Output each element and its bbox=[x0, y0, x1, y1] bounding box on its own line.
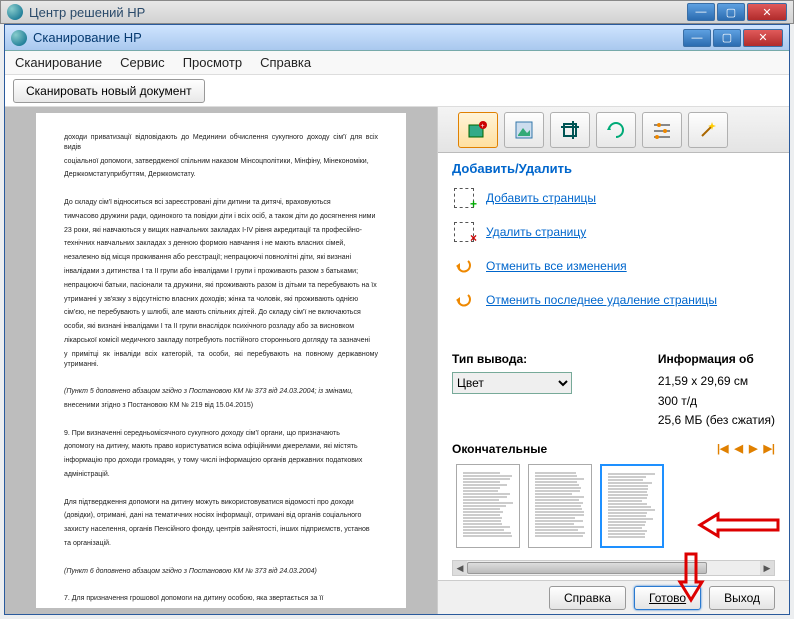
delete-page-icon bbox=[454, 222, 474, 242]
delete-page-action[interactable]: Удалить страницу bbox=[452, 220, 775, 244]
help-button[interactable]: Справка bbox=[549, 586, 626, 610]
thumbnails bbox=[452, 460, 775, 556]
svg-text:+: + bbox=[481, 123, 485, 130]
undo-last-icon bbox=[454, 293, 474, 307]
thumbs-prev-icon[interactable]: ◀ bbox=[735, 442, 743, 455]
preview-pane: доходи приватизації відповідають до Меди… bbox=[5, 107, 437, 614]
scan-window: Сканирование HP — ▢ ✕ Сканирование Серви… bbox=[4, 24, 790, 615]
scroll-right-icon[interactable]: ▶ bbox=[760, 561, 774, 575]
add-remove-icon: + bbox=[467, 119, 489, 141]
crop-icon bbox=[559, 119, 581, 141]
delete-page-label: Удалить страницу bbox=[486, 225, 586, 239]
menu-help[interactable]: Справка bbox=[260, 55, 311, 70]
add-pages-action[interactable]: Добавить страницы bbox=[452, 186, 775, 210]
output-size: 25,6 МБ (без сжатия) bbox=[658, 411, 775, 430]
tool-sliders[interactable] bbox=[642, 112, 682, 148]
app-icon bbox=[7, 4, 23, 20]
scroll-thumb[interactable] bbox=[467, 562, 707, 574]
undo-all-action[interactable]: Отменить все изменения bbox=[452, 254, 775, 278]
thumbs-header: Окончательные |◀ ◀ ▶ ▶| bbox=[438, 438, 789, 456]
thumbnail-3[interactable] bbox=[600, 464, 664, 548]
menu-scan[interactable]: Сканирование bbox=[15, 55, 102, 70]
document-page[interactable]: доходи приватизації відповідають до Меди… bbox=[36, 113, 406, 608]
panel-title: Добавить/Удалить bbox=[452, 161, 775, 176]
parent-titlebar: Центр решений HP — ▢ ✕ bbox=[0, 0, 794, 24]
tool-rotate[interactable] bbox=[596, 112, 636, 148]
undo-all-label: Отменить все изменения bbox=[486, 259, 627, 273]
thumbnail-1[interactable] bbox=[456, 464, 520, 548]
undo-all-icon bbox=[454, 259, 474, 273]
menu-service[interactable]: Сервис bbox=[120, 55, 165, 70]
parent-close-button[interactable]: ✕ bbox=[747, 3, 787, 21]
thumbs-last-icon[interactable]: ▶| bbox=[763, 442, 775, 455]
output-section: Тип вывода: Цвет Информация об 21,59 x 2… bbox=[438, 344, 789, 438]
undo-last-label: Отменить последнее удаление страницы bbox=[486, 293, 717, 307]
output-dpi: 300 т/д bbox=[658, 392, 775, 411]
minimize-button[interactable]: — bbox=[683, 29, 711, 47]
add-remove-panel: Добавить/Удалить Добавить страницы Удали… bbox=[438, 153, 789, 330]
footer: Справка Готово Выход bbox=[438, 580, 789, 614]
exit-button[interactable]: Выход bbox=[709, 586, 775, 610]
parent-title: Центр решений HP bbox=[29, 5, 687, 20]
titlebar: Сканирование HP — ▢ ✕ bbox=[5, 25, 789, 51]
sliders-icon bbox=[651, 119, 673, 141]
add-pages-label: Добавить страницы bbox=[486, 191, 596, 205]
toolstrip: + bbox=[438, 107, 789, 153]
tool-auto-enhance[interactable] bbox=[688, 112, 728, 148]
output-type-select[interactable]: Цвет bbox=[452, 372, 572, 394]
tool-add-remove[interactable]: + bbox=[458, 112, 498, 148]
side-panel: + Добавить/Удалить bbox=[437, 107, 789, 614]
tool-crop[interactable] bbox=[550, 112, 590, 148]
add-page-icon bbox=[454, 188, 474, 208]
thumbs-scrollbar[interactable]: ◀ ▶ bbox=[452, 560, 775, 576]
maximize-button[interactable]: ▢ bbox=[713, 29, 741, 47]
picture-icon bbox=[513, 119, 535, 141]
close-button[interactable]: ✕ bbox=[743, 29, 783, 47]
thumbs-label: Окончательные bbox=[452, 442, 547, 456]
wand-icon bbox=[697, 119, 719, 141]
done-button[interactable]: Готово bbox=[634, 586, 701, 610]
thumbnail-2[interactable] bbox=[528, 464, 592, 548]
window-icon bbox=[11, 30, 27, 46]
output-dims: 21,59 x 29,69 см bbox=[658, 372, 775, 391]
menubar: Сканирование Сервис Просмотр Справка bbox=[5, 51, 789, 75]
thumbs-first-icon[interactable]: |◀ bbox=[717, 442, 729, 455]
thumbs-next-icon[interactable]: ▶ bbox=[749, 442, 757, 455]
output-info-label: Информация об bbox=[658, 352, 754, 366]
window-title: Сканирование HP bbox=[33, 30, 683, 45]
undo-last-action[interactable]: Отменить последнее удаление страницы bbox=[452, 288, 775, 312]
toolbar: Сканировать новый документ bbox=[5, 75, 789, 107]
parent-maximize-button[interactable]: ▢ bbox=[717, 3, 745, 21]
rotate-icon bbox=[605, 119, 627, 141]
output-type-label: Тип вывода: bbox=[452, 352, 527, 366]
menu-view[interactable]: Просмотр bbox=[183, 55, 242, 70]
scan-new-button[interactable]: Сканировать новый документ bbox=[13, 79, 205, 103]
parent-minimize-button[interactable]: — bbox=[687, 3, 715, 21]
tool-image-adjust[interactable] bbox=[504, 112, 544, 148]
scroll-left-icon[interactable]: ◀ bbox=[453, 561, 467, 575]
